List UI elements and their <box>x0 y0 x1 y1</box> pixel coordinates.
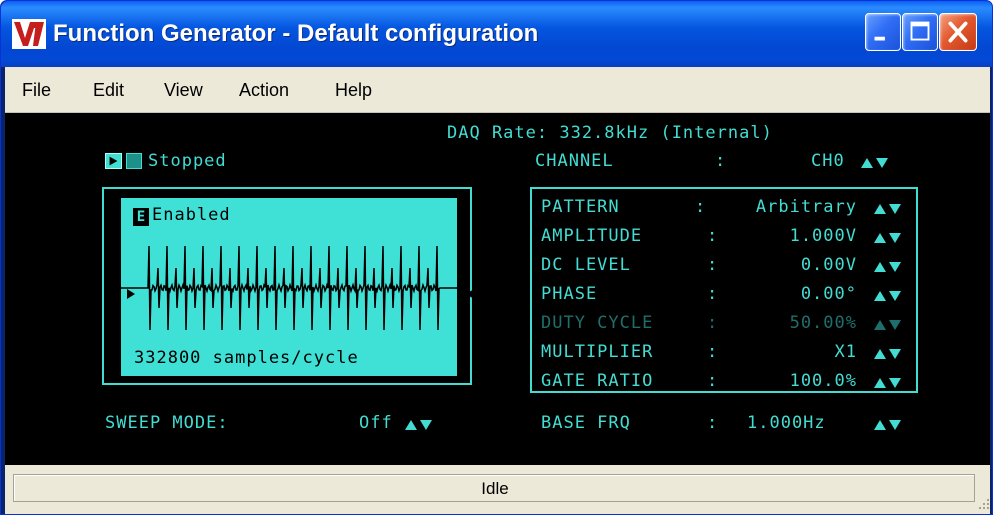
channel-separator: : <box>715 151 727 171</box>
sweep-mode-value: Off <box>359 413 393 433</box>
base-frq-spinner[interactable] <box>872 417 904 433</box>
up-down-arrows-icon <box>861 158 888 168</box>
up-down-arrows-icon <box>874 420 901 430</box>
minimize-icon <box>874 36 885 41</box>
param-value[interactable]: 0.00° <box>801 284 857 304</box>
status-bar: Idle <box>5 465 990 514</box>
up-down-arrows-icon <box>874 291 901 301</box>
enabled-label: Enabled <box>152 205 231 225</box>
up-down-arrows-icon <box>874 262 901 272</box>
param-separator: : <box>695 197 707 217</box>
play-icon <box>109 156 118 166</box>
base-frq-value: 1.000Hz <box>747 413 826 433</box>
enabled-toggle[interactable]: E <box>133 208 149 226</box>
app-window: Function Generator - Default configurati… <box>0 0 993 515</box>
param-separator: : <box>707 255 719 275</box>
menu-edit[interactable]: Edit <box>93 77 124 103</box>
pattern-display-frame: E Enabled 332800 samples/cycle <box>102 187 472 385</box>
waveform-preview <box>121 245 457 331</box>
window-title: Function Generator - Default configurati… <box>53 20 539 47</box>
param-value[interactable]: 1.000V <box>790 226 857 246</box>
stop-button[interactable] <box>126 153 142 169</box>
param-spinner[interactable] <box>872 375 904 391</box>
param-value[interactable]: Arbitrary <box>756 197 857 217</box>
instrument-panel: DAQ Rate: 332.8kHz (Internal) Stopped CH… <box>5 113 990 465</box>
param-separator: : <box>707 226 719 246</box>
channel-spinner[interactable] <box>859 155 891 171</box>
status-text: Idle <box>481 479 509 498</box>
maximize-button[interactable] <box>902 13 938 51</box>
param-label: PHASE <box>541 284 598 304</box>
up-down-arrows-icon <box>874 349 901 359</box>
sweep-mode-spinner[interactable] <box>403 417 435 433</box>
channel-label: CHANNEL <box>535 151 614 171</box>
samples-per-cycle: 332800 samples/cycle <box>134 348 359 368</box>
up-down-arrows-icon <box>405 420 432 430</box>
param-spinner[interactable] <box>872 259 904 275</box>
param-spinner[interactable] <box>872 201 904 217</box>
menu-view[interactable]: View <box>164 77 203 103</box>
param-value[interactable]: X1 <box>835 342 857 362</box>
menu-file[interactable]: File <box>22 77 51 103</box>
param-label: MULTIPLIER <box>541 342 654 362</box>
param-spinner[interactable] <box>872 346 904 362</box>
daq-rate: DAQ Rate: 332.8kHz (Internal) <box>447 123 773 143</box>
close-button[interactable] <box>939 13 977 51</box>
menu-action[interactable]: Action <box>239 77 289 103</box>
param-spinner[interactable] <box>872 230 904 246</box>
channel-value: CH0 <box>811 151 845 171</box>
base-frq-label: BASE FRQ <box>541 413 631 433</box>
param-label: AMPLITUDE <box>541 226 643 246</box>
param-separator: : <box>707 342 719 362</box>
run-button[interactable] <box>105 153 122 169</box>
param-label: GATE RATIO <box>541 371 654 391</box>
up-down-arrows-icon <box>874 204 901 214</box>
menu-help[interactable]: Help <box>335 77 372 103</box>
close-icon <box>948 21 968 43</box>
maximize-icon <box>910 21 930 41</box>
base-frq-separator: : <box>707 413 719 433</box>
param-label: PATTERN <box>541 197 620 217</box>
up-down-arrows-icon <box>874 233 901 243</box>
param-separator: : <box>707 313 719 333</box>
param-value[interactable]: 0.00V <box>801 255 857 275</box>
param-separator: : <box>707 371 719 391</box>
pattern-display[interactable]: E Enabled 332800 samples/cycle <box>121 198 457 376</box>
status-field: Idle <box>13 474 975 502</box>
right-marker-icon <box>466 289 474 299</box>
param-spinner[interactable] <box>872 288 904 304</box>
minimize-button[interactable] <box>865 13 901 51</box>
up-down-arrows-icon <box>874 378 901 388</box>
param-value: 50.00% <box>789 313 857 333</box>
param-spinner <box>872 317 904 333</box>
menu-bar: File Edit View Action Help <box>5 67 990 113</box>
param-label: DC LEVEL <box>541 255 631 275</box>
app-logo-icon <box>12 19 46 49</box>
left-marker-icon <box>127 289 135 299</box>
up-down-arrows-icon <box>874 320 901 330</box>
resize-grip-icon[interactable] <box>978 498 990 510</box>
param-label: DUTY CYCLE <box>541 313 654 333</box>
param-separator: : <box>707 284 719 304</box>
param-value[interactable]: 100.0% <box>790 371 857 391</box>
title-bar[interactable]: Function Generator - Default configurati… <box>1 1 992 67</box>
run-status: Stopped <box>148 151 227 171</box>
sweep-mode-label: SWEEP MODE: <box>105 413 229 433</box>
